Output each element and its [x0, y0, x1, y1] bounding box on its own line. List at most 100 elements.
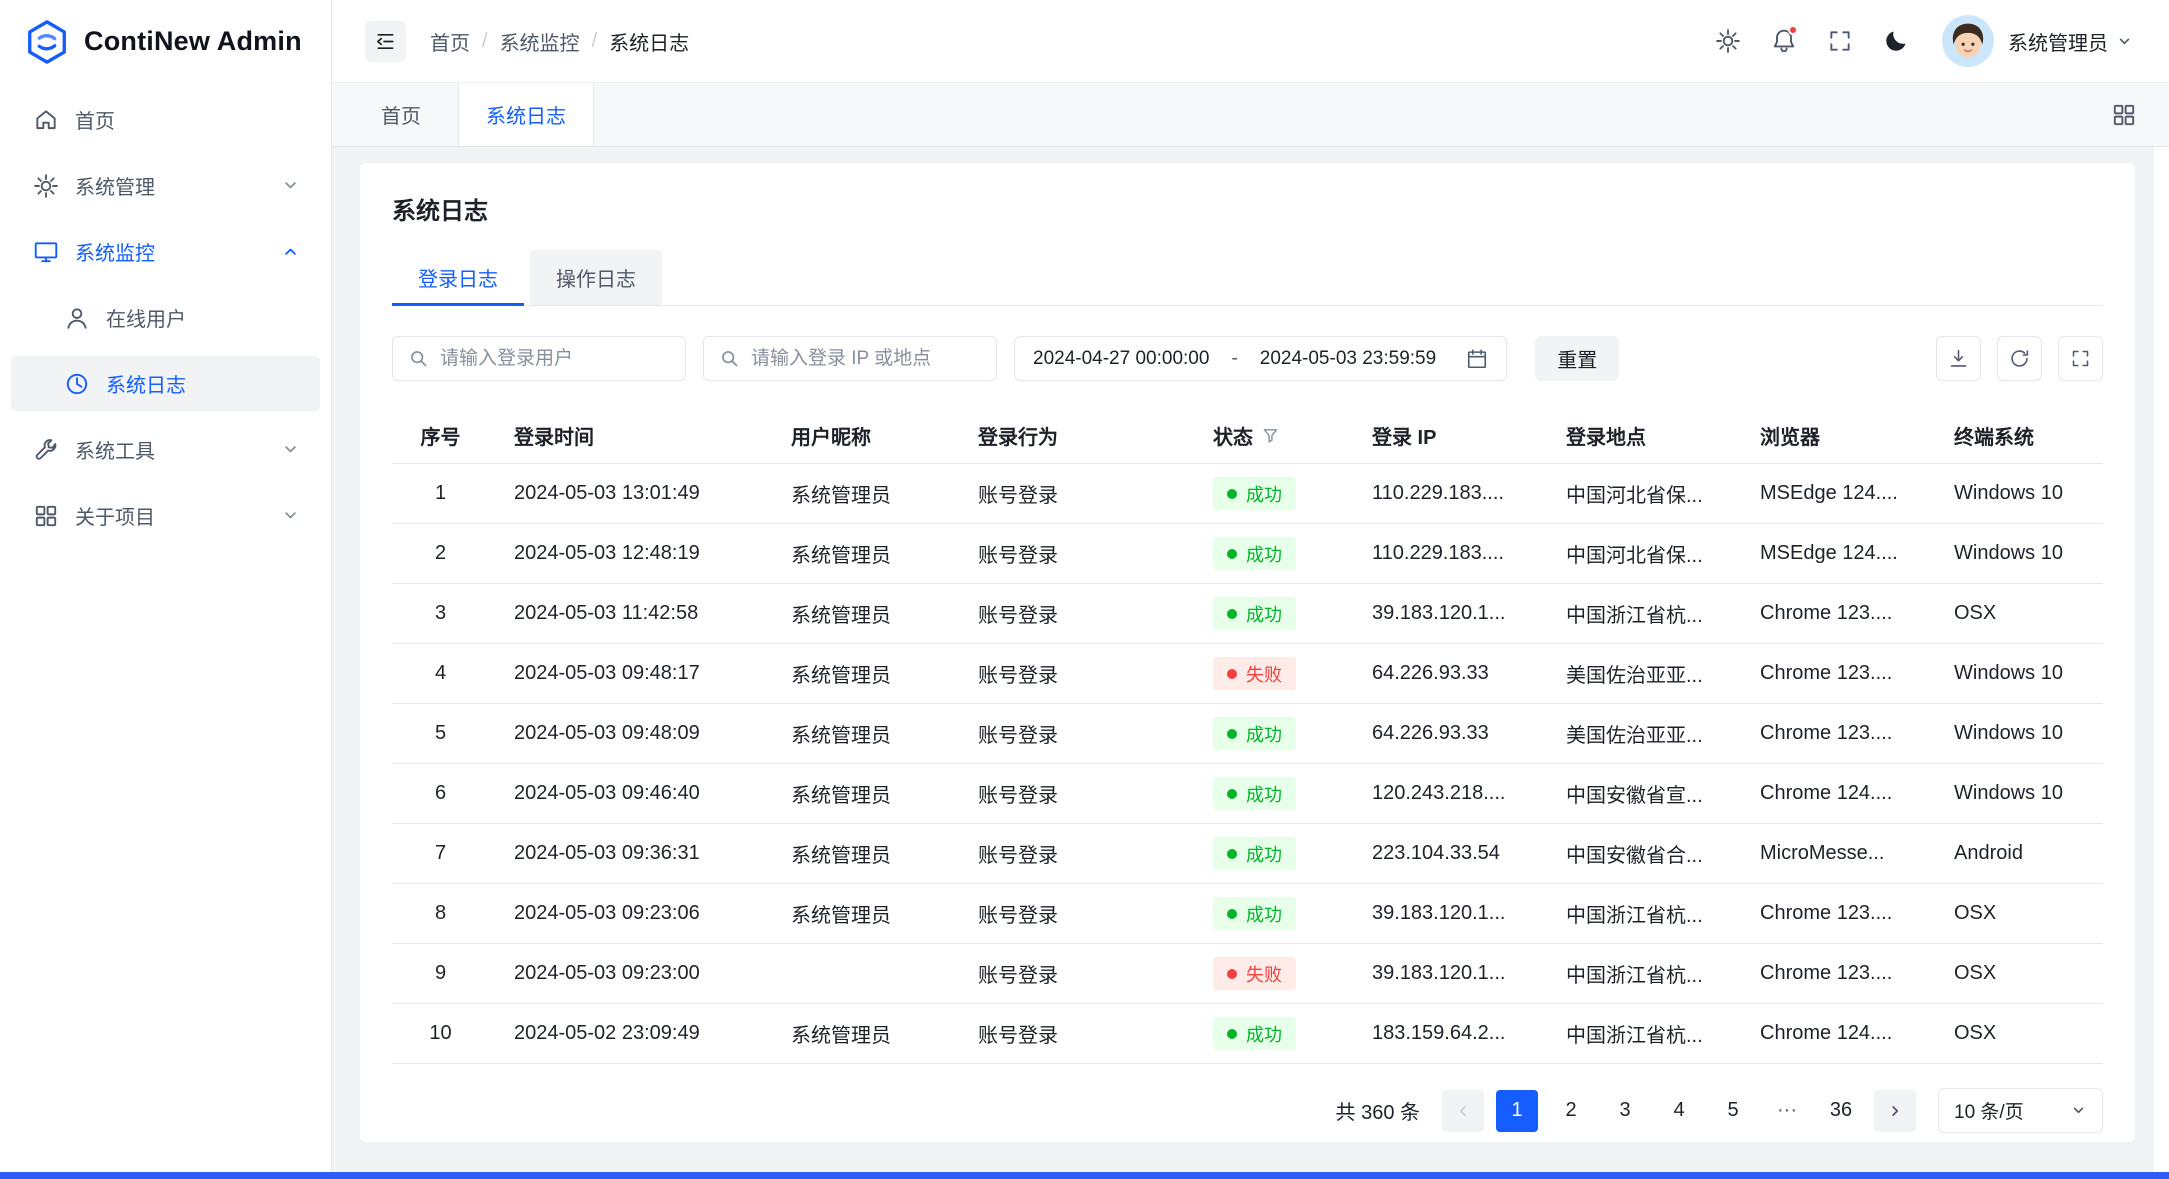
breadcrumb-item[interactable]: 系统日志	[609, 27, 689, 56]
table-row: 82024-05-03 09:23:06系统管理员账号登录成功39.183.12…	[392, 884, 2103, 944]
column-header-4[interactable]: 状态	[1188, 407, 1347, 463]
login-ip-input[interactable]	[751, 348, 981, 370]
cell-status: 成功	[1188, 824, 1347, 883]
page-button-2[interactable]: 2	[1550, 1090, 1592, 1132]
page-tabbar: 首页系统日志	[332, 83, 2169, 147]
expand-icon	[2070, 348, 2091, 369]
reset-button[interactable]: 重置	[1535, 336, 1619, 381]
sidebar-item-home[interactable]: 首页	[11, 92, 320, 147]
prev-page-button[interactable]	[1442, 1090, 1484, 1132]
page-button-1[interactable]: 1	[1496, 1090, 1538, 1132]
fullscreen-icon[interactable]	[1826, 27, 1854, 55]
cell-action: 账号登录	[953, 524, 1188, 583]
notifications-icon[interactable]	[1770, 27, 1798, 55]
page-size-select[interactable]: 10 条/页	[1938, 1088, 2103, 1133]
cell-time: 2024-05-03 11:42:58	[489, 584, 766, 643]
header-actions: 系统管理员	[1714, 15, 2133, 67]
column-header-label: 终端系统	[1954, 421, 2034, 450]
table-row: 62024-05-03 09:46:40系统管理员账号登录成功120.243.2…	[392, 764, 2103, 824]
tab-operation-logs[interactable]: 操作日志	[530, 250, 662, 305]
cell-browser: Chrome 124....	[1735, 1004, 1929, 1063]
page-button-5[interactable]: 5	[1712, 1090, 1754, 1132]
sidebar-item-system-logs[interactable]: 系统日志	[11, 356, 320, 411]
status-badge: 成功	[1213, 717, 1296, 750]
settings-icon[interactable]	[1714, 27, 1742, 55]
login-ip-search[interactable]	[703, 336, 997, 381]
date-start: 2024-04-27 00:00:00	[1033, 348, 1209, 370]
sidebar-item-label: 系统管理	[75, 171, 155, 200]
layout-grid-button[interactable]	[2111, 83, 2169, 146]
cell-nickname: 系统管理员	[766, 644, 953, 703]
cell-status: 成功	[1188, 1004, 1347, 1063]
menu-fold-icon	[374, 30, 397, 53]
cell-nickname: 系统管理员	[766, 584, 953, 643]
pagination: 共 360 条 12345 ··· 36 10 条/页	[392, 1088, 2103, 1133]
cell-time: 2024-05-03 09:48:09	[489, 704, 766, 763]
cell-location: 中国浙江省杭...	[1541, 884, 1735, 943]
sidebar-item-system-tools[interactable]: 系统工具	[11, 422, 320, 477]
breadcrumb-item[interactable]: 系统监控	[500, 27, 580, 56]
status-dot-icon	[1227, 609, 1237, 619]
cell-time: 2024-05-02 23:09:49	[489, 1004, 766, 1063]
login-user-input[interactable]	[440, 348, 670, 370]
total-count: 共 360 条	[1336, 1096, 1420, 1125]
chevron-down-icon	[2070, 1102, 2087, 1119]
cell-no: 7	[392, 824, 489, 883]
sidebar-menu: 首页系统管理系统监控在线用户系统日志系统工具关于项目	[0, 83, 331, 543]
status-dot-icon	[1227, 729, 1237, 739]
export-button[interactable]	[1936, 336, 1981, 381]
cell-no: 5	[392, 704, 489, 763]
scrollbar-gutter[interactable]	[2154, 147, 2169, 1172]
cell-location: 中国河北省保...	[1541, 464, 1735, 523]
status-dot-icon	[1227, 549, 1237, 559]
next-page-button[interactable]	[1874, 1090, 1916, 1132]
table-fullscreen-button[interactable]	[2058, 336, 2103, 381]
dark-mode-icon[interactable]	[1882, 27, 1910, 55]
cell-location: 中国安徽省合...	[1541, 824, 1735, 883]
page-button-36[interactable]: 36	[1820, 1090, 1862, 1132]
status-dot-icon	[1227, 669, 1237, 679]
refresh-button[interactable]	[1997, 336, 2042, 381]
tab-login-logs[interactable]: 登录日志	[392, 250, 524, 305]
tabbar-tab-system-logs[interactable]: 系统日志	[458, 83, 594, 146]
cell-time: 2024-05-03 09:48:17	[489, 644, 766, 703]
cell-os: Android	[1929, 824, 2103, 883]
sidebar-item-system-management[interactable]: 系统管理	[11, 158, 320, 213]
breadcrumb-separator: /	[592, 30, 598, 53]
chevron-down-icon	[2116, 33, 2133, 50]
cell-os: Windows 10	[1929, 764, 2103, 823]
page-button-4[interactable]: 4	[1658, 1090, 1700, 1132]
cell-no: 1	[392, 464, 489, 523]
chevron-right-icon	[1886, 1102, 1904, 1120]
column-header-label: 浏览器	[1760, 421, 1820, 450]
status-badge: 成功	[1213, 777, 1296, 810]
cell-action: 账号登录	[953, 644, 1188, 703]
user-menu[interactable]: 系统管理员	[2008, 27, 2133, 56]
avatar[interactable]	[1942, 15, 1994, 67]
sidebar-collapse-button[interactable]	[365, 21, 406, 62]
page-card: 系统日志 登录日志操作日志	[360, 163, 2135, 1142]
date-range-picker[interactable]: 2024-04-27 00:00:00 - 2024-05-03 23:59:5…	[1014, 336, 1507, 381]
app-logo[interactable]: ContiNew Admin	[0, 0, 331, 83]
cell-no: 9	[392, 944, 489, 1003]
column-header-5: 登录 IP	[1347, 407, 1541, 463]
cell-ip: 64.226.93.33	[1347, 704, 1541, 763]
cell-location: 中国安徽省宣...	[1541, 764, 1735, 823]
page-ellipsis[interactable]: ···	[1766, 1090, 1808, 1132]
tabbar-tab-home[interactable]: 首页	[354, 83, 448, 146]
cell-browser: Chrome 123....	[1735, 584, 1929, 643]
sidebar-item-system-monitor[interactable]: 系统监控	[11, 224, 320, 279]
login-user-search[interactable]	[392, 336, 686, 381]
sidebar-item-online-users[interactable]: 在线用户	[11, 290, 320, 345]
column-header-3: 登录行为	[953, 407, 1188, 463]
cell-no: 3	[392, 584, 489, 643]
filter-icon[interactable]	[1262, 427, 1279, 444]
cell-action: 账号登录	[953, 704, 1188, 763]
cell-os: OSX	[1929, 1004, 2103, 1063]
sidebar-item-label: 系统监控	[75, 237, 155, 266]
page-button-3[interactable]: 3	[1604, 1090, 1646, 1132]
breadcrumb-item[interactable]: 首页	[430, 27, 470, 56]
cell-status: 失败	[1188, 944, 1347, 1003]
cell-os: Windows 10	[1929, 524, 2103, 583]
sidebar-item-about-project[interactable]: 关于项目	[11, 488, 320, 543]
